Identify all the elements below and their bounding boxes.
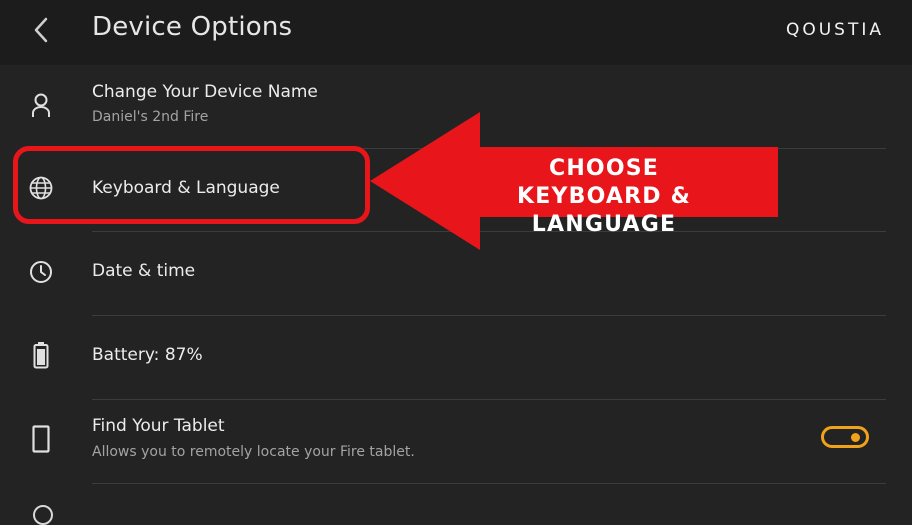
- brand-logo: QOUSTIA: [785, 20, 884, 40]
- settings-item-subtitle: Daniel's 2nd Fire: [92, 109, 209, 125]
- settings-item-find-tablet[interactable]: Find Your Tablet Allows you to remotely …: [0, 400, 912, 483]
- settings-item-icon-partial: [33, 505, 53, 525]
- tablet-icon: [26, 424, 56, 454]
- settings-item-label: Battery: 87%: [92, 345, 203, 365]
- annotation-line-1: CHOOSE: [548, 156, 660, 181]
- settings-item-label: Change Your Device Name: [92, 82, 318, 102]
- settings-item-subtitle: Allows you to remotely locate your Fire …: [92, 444, 415, 460]
- annotation-callout: CHOOSE KEYBOARD & LANGUAGE: [446, 155, 762, 239]
- person-icon: [26, 90, 56, 120]
- page-title: Device Options: [92, 12, 293, 42]
- settings-item-device-name[interactable]: Change Your Device Name Daniel's 2nd Fir…: [0, 66, 912, 148]
- globe-icon: [26, 173, 56, 203]
- settings-item-battery[interactable]: Battery: 87%: [0, 316, 912, 399]
- chevron-left-icon: [34, 17, 48, 43]
- settings-item-label: Keyboard & Language: [92, 178, 280, 198]
- annotation-line-2: KEYBOARD & LANGUAGE: [517, 184, 691, 237]
- settings-item-date-time[interactable]: Date & time: [0, 232, 912, 315]
- clock-icon: [26, 257, 56, 287]
- settings-item-label: Date & time: [92, 261, 196, 281]
- app-header: Device Options QOUSTIA: [0, 0, 912, 65]
- divider: [92, 483, 886, 484]
- toggle-knob: [851, 433, 860, 442]
- find-tablet-toggle[interactable]: [821, 426, 869, 448]
- battery-icon: [26, 340, 56, 370]
- settings-item-label: Find Your Tablet: [92, 416, 225, 436]
- back-button[interactable]: [24, 10, 58, 50]
